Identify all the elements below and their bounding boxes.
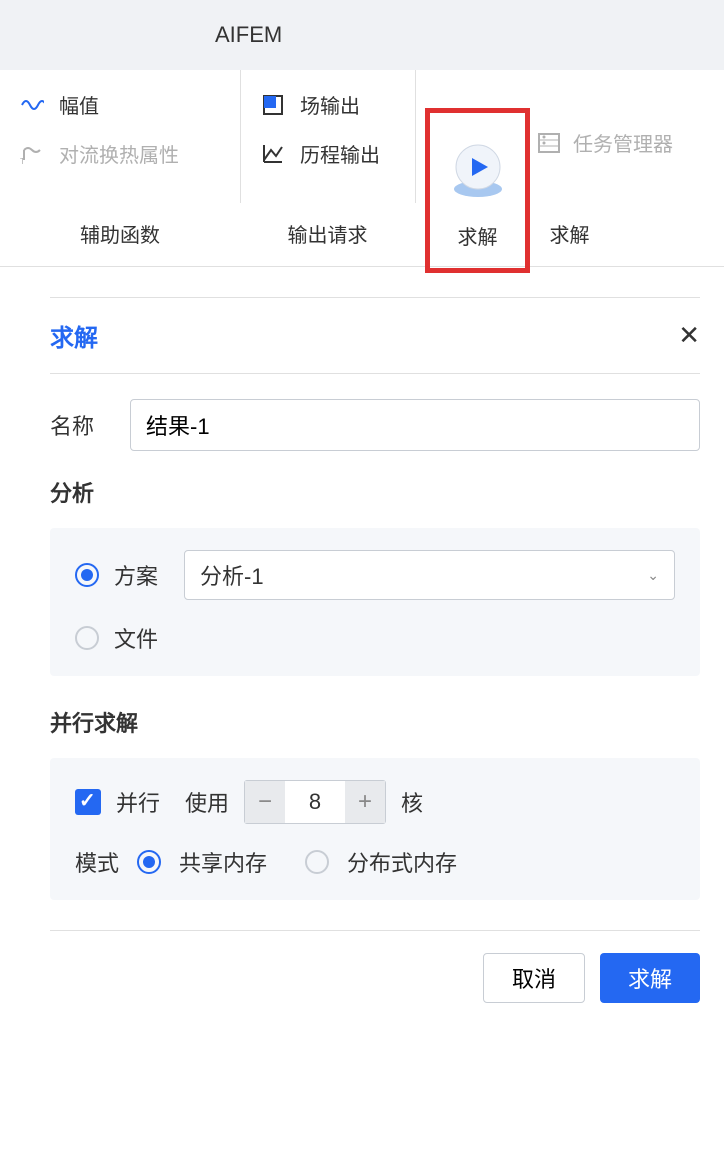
solve-dialog: 求解 ✕ 名称 分析 方案 分析-1 ⌄ 文件 并行求解 并行 使用 − (50, 297, 700, 1025)
chevron-down-icon: ⌄ (647, 567, 659, 584)
scheme-label: 方案 (114, 559, 169, 591)
cancel-button[interactable]: 取消 (483, 953, 585, 1003)
solve-button-label: 求解 (458, 221, 498, 250)
scheme-select-value: 分析-1 (200, 559, 264, 591)
parallel-row: 并行 使用 − 8 + 核 (75, 780, 675, 824)
solve-play-icon (448, 141, 508, 201)
ribbon-field-output[interactable]: 场输出 (261, 90, 395, 119)
distributed-mem-label: 分布式内存 (347, 846, 457, 878)
ribbon-group-label-output: 输出请求 (240, 219, 415, 248)
analysis-section: 方案 分析-1 ⌄ 文件 (50, 528, 700, 676)
solve-submit-button[interactable]: 求解 (600, 953, 700, 1003)
ribbon-task-manager[interactable]: 任务管理器 (537, 128, 673, 157)
ribbon: 幅值 T 对流换热属性 场输出 历程输出 辅助函数 输出请求 求解 (0, 70, 724, 267)
analysis-section-title: 分析 (50, 476, 700, 508)
parallel-checkbox[interactable] (75, 789, 101, 815)
scheme-row: 方案 分析-1 ⌄ (75, 550, 675, 600)
cores-value[interactable]: 8 (285, 789, 345, 815)
ribbon-group-output: 场输出 历程输出 (240, 70, 415, 203)
parallel-label: 并行 (116, 786, 160, 818)
name-row: 名称 (50, 399, 700, 451)
app-header: AIFEM (0, 0, 724, 70)
scheme-select[interactable]: 分析-1 ⌄ (184, 550, 675, 600)
cores-increment[interactable]: + (345, 781, 385, 823)
ribbon-amplitude[interactable]: 幅值 (20, 90, 210, 119)
name-input[interactable] (130, 399, 700, 451)
ribbon-field-output-label: 场输出 (300, 90, 360, 119)
dialog-header: 求解 ✕ (50, 297, 700, 374)
cores-stepper: − 8 + (244, 780, 386, 824)
field-output-icon (261, 93, 285, 117)
parallel-section-title: 并行求解 (50, 706, 700, 738)
ribbon-labels: 辅助函数 输出请求 求解 (0, 203, 724, 266)
file-radio[interactable] (75, 626, 99, 650)
convection-icon: T (20, 142, 44, 166)
ribbon-history-output[interactable]: 历程输出 (261, 139, 395, 168)
solve-button-highlight[interactable]: 求解 (425, 108, 530, 273)
shared-mem-label: 共享内存 (179, 846, 267, 878)
file-row: 文件 (75, 622, 675, 654)
dialog-footer: 取消 求解 (50, 930, 700, 1025)
distributed-mem-radio[interactable] (305, 850, 329, 874)
close-icon[interactable]: ✕ (678, 320, 700, 351)
ribbon-convection-label: 对流换热属性 (59, 139, 179, 168)
ribbon-amplitude-label: 幅值 (59, 90, 99, 119)
task-manager-label: 任务管理器 (573, 128, 673, 157)
ribbon-group-label-helpers: 辅助函数 (0, 219, 240, 248)
ribbon-group-helpers: 幅值 T 对流换热属性 (0, 70, 240, 203)
mode-label: 模式 (75, 846, 119, 878)
ribbon-history-output-label: 历程输出 (300, 139, 380, 168)
svg-text:T: T (20, 157, 25, 166)
use-label: 使用 (185, 786, 229, 818)
history-output-icon (261, 142, 285, 166)
scheme-radio[interactable] (75, 563, 99, 587)
task-manager-icon (537, 131, 561, 155)
shared-mem-radio[interactable] (137, 850, 161, 874)
name-label: 名称 (50, 409, 110, 441)
wave-icon (20, 93, 44, 117)
cores-label: 核 (401, 786, 423, 818)
dialog-title: 求解 (50, 318, 98, 353)
mode-row: 模式 共享内存 分布式内存 (75, 846, 675, 878)
cores-decrement[interactable]: − (245, 781, 285, 823)
parallel-section: 并行 使用 − 8 + 核 模式 共享内存 分布式内存 (50, 758, 700, 900)
app-title: AIFEM (215, 22, 282, 48)
ribbon-convection[interactable]: T 对流换热属性 (20, 139, 210, 168)
file-label: 文件 (114, 622, 169, 654)
